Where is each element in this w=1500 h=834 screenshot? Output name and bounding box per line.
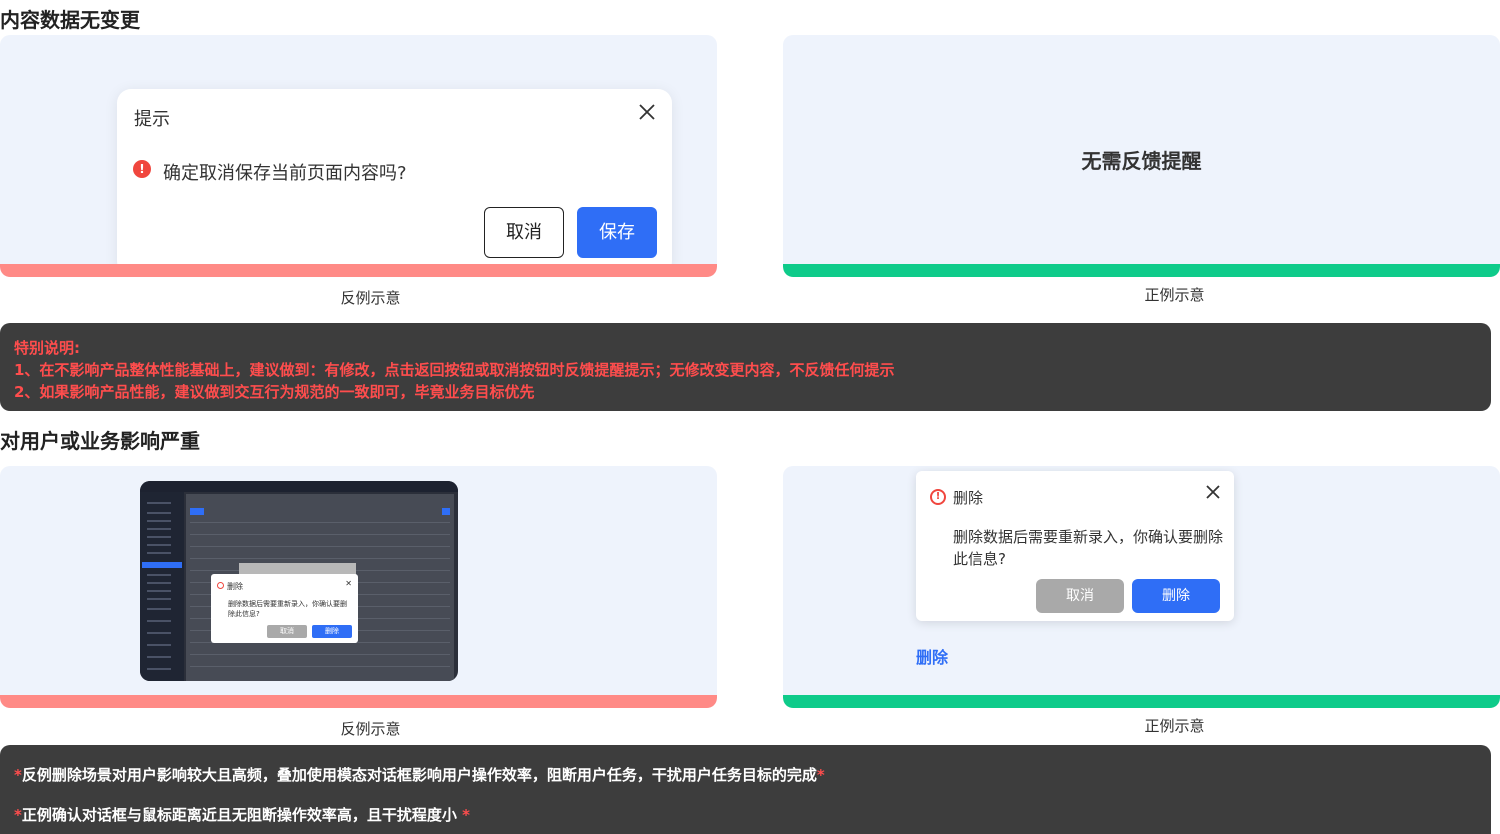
good-indicator-bar — [783, 264, 1500, 277]
bad-indicator-bar-2 — [0, 695, 717, 708]
mini-cancel-button: 取消 — [267, 625, 307, 638]
dialog-title: 提示 — [134, 109, 170, 130]
note-line-2: 2、如果影响产品性能，建议做到交互行为规范的一致即可，毕竟业务目标优先 — [14, 383, 535, 401]
bad-example-panel-2: 删除 ✕ 删除数据后需要重新录入，你确认要删除此信息? 取消 删除 — [0, 466, 717, 708]
mini-close-icon: ✕ — [345, 579, 352, 588]
save-button[interactable]: 保存 — [577, 207, 657, 258]
conclusion-note: *反例删除场景对用户影响较大且高频，叠加使用模态对话框影响用户操作效率，阻断用户… — [0, 745, 1491, 834]
note-line-1: 1、在不影响产品整体性能基础上，建议做到：有修改，点击返回按钮或取消按钮时反馈提… — [14, 361, 895, 379]
popconfirm-message: 删除数据后需要重新录入，你确认要删除此信息? — [953, 528, 1224, 568]
dialog-message: 确定取消保存当前页面内容吗? — [163, 163, 407, 184]
asterisk: * — [14, 806, 22, 824]
mini-warning-icon — [217, 582, 224, 589]
no-feedback-text: 无需反馈提醒 — [1081, 149, 1202, 173]
modal-screenshot: 删除 ✕ 删除数据后需要重新录入，你确认要删除此信息? 取消 删除 — [140, 481, 458, 681]
warning-icon: ! — [133, 160, 151, 178]
section-heading-severe: 对用户或业务影响严重 — [0, 429, 200, 453]
delete-button[interactable]: 删除 — [1132, 579, 1220, 613]
warning-icon: ! — [930, 489, 946, 505]
mini-delete-button: 删除 — [312, 625, 352, 638]
section-heading-no-change: 内容数据无变更 — [0, 8, 140, 32]
bad-indicator-bar — [0, 264, 717, 277]
cancel-button[interactable]: 取消 — [484, 207, 564, 258]
mini-sidebar — [140, 492, 184, 681]
popconfirm-title: 删除 — [953, 489, 984, 507]
close-icon[interactable] — [636, 101, 658, 123]
bad-example-caption-2: 反例示意 — [340, 720, 401, 738]
cancel-button[interactable]: 取消 — [1036, 579, 1124, 613]
note-good-text: 正例确认对话框与鼠标距离近且无阻断操作效率高，且干扰程度小 — [21, 806, 463, 824]
mini-topbar — [140, 481, 458, 492]
good-example-panel-2: ! 删除 删除数据后需要重新录入，你确认要删除此信息? 取消 删除 删除 — [783, 466, 1500, 708]
good-example-panel-1: 无需反馈提醒 — [783, 35, 1500, 277]
popconfirm-dialog: ! 删除 删除数据后需要重新录入，你确认要删除此信息? 取消 删除 — [916, 471, 1234, 621]
note-title: 特别说明: — [14, 339, 80, 357]
good-indicator-bar-2 — [783, 695, 1500, 708]
note-line-good: *正例确认对话框与鼠标距离近且无阻断操作效率高，且干扰程度小 * — [14, 804, 470, 825]
confirm-dialog: 提示 ! 确定取消保存当前页面内容吗? 取消 保存 — [117, 89, 672, 275]
mini-dialog-title: 删除 — [227, 582, 243, 591]
note-bad-text: 反例删除场景对用户影响较大且高频，叠加使用模态对话框影响用户操作效率，阻断用户任… — [21, 766, 817, 784]
note-line-bad: *反例删除场景对用户影响较大且高频，叠加使用模态对话框影响用户操作效率，阻断用户… — [14, 764, 825, 785]
good-example-caption-2: 正例示意 — [1144, 717, 1205, 735]
delete-link[interactable]: 删除 — [916, 644, 948, 668]
good-example-caption: 正例示意 — [1144, 286, 1205, 304]
close-icon[interactable] — [1204, 483, 1222, 501]
mini-sidebar-active — [142, 562, 182, 568]
special-note: 特别说明: 1、在不影响产品整体性能基础上，建议做到：有修改，点击返回按钮或取消… — [0, 323, 1491, 411]
bad-example-caption: 反例示意 — [340, 289, 401, 307]
bad-example-panel-1: 提示 ! 确定取消保存当前页面内容吗? 取消 保存 — [0, 35, 717, 277]
mini-delete-dialog: 删除 ✕ 删除数据后需要重新录入，你确认要删除此信息? 取消 删除 — [211, 574, 358, 643]
asterisk: * — [816, 766, 825, 784]
asterisk: * — [462, 806, 470, 824]
asterisk: * — [14, 766, 22, 784]
mini-dialog-message: 删除数据后需要重新录入，你确认要删除此信息? — [228, 600, 347, 618]
